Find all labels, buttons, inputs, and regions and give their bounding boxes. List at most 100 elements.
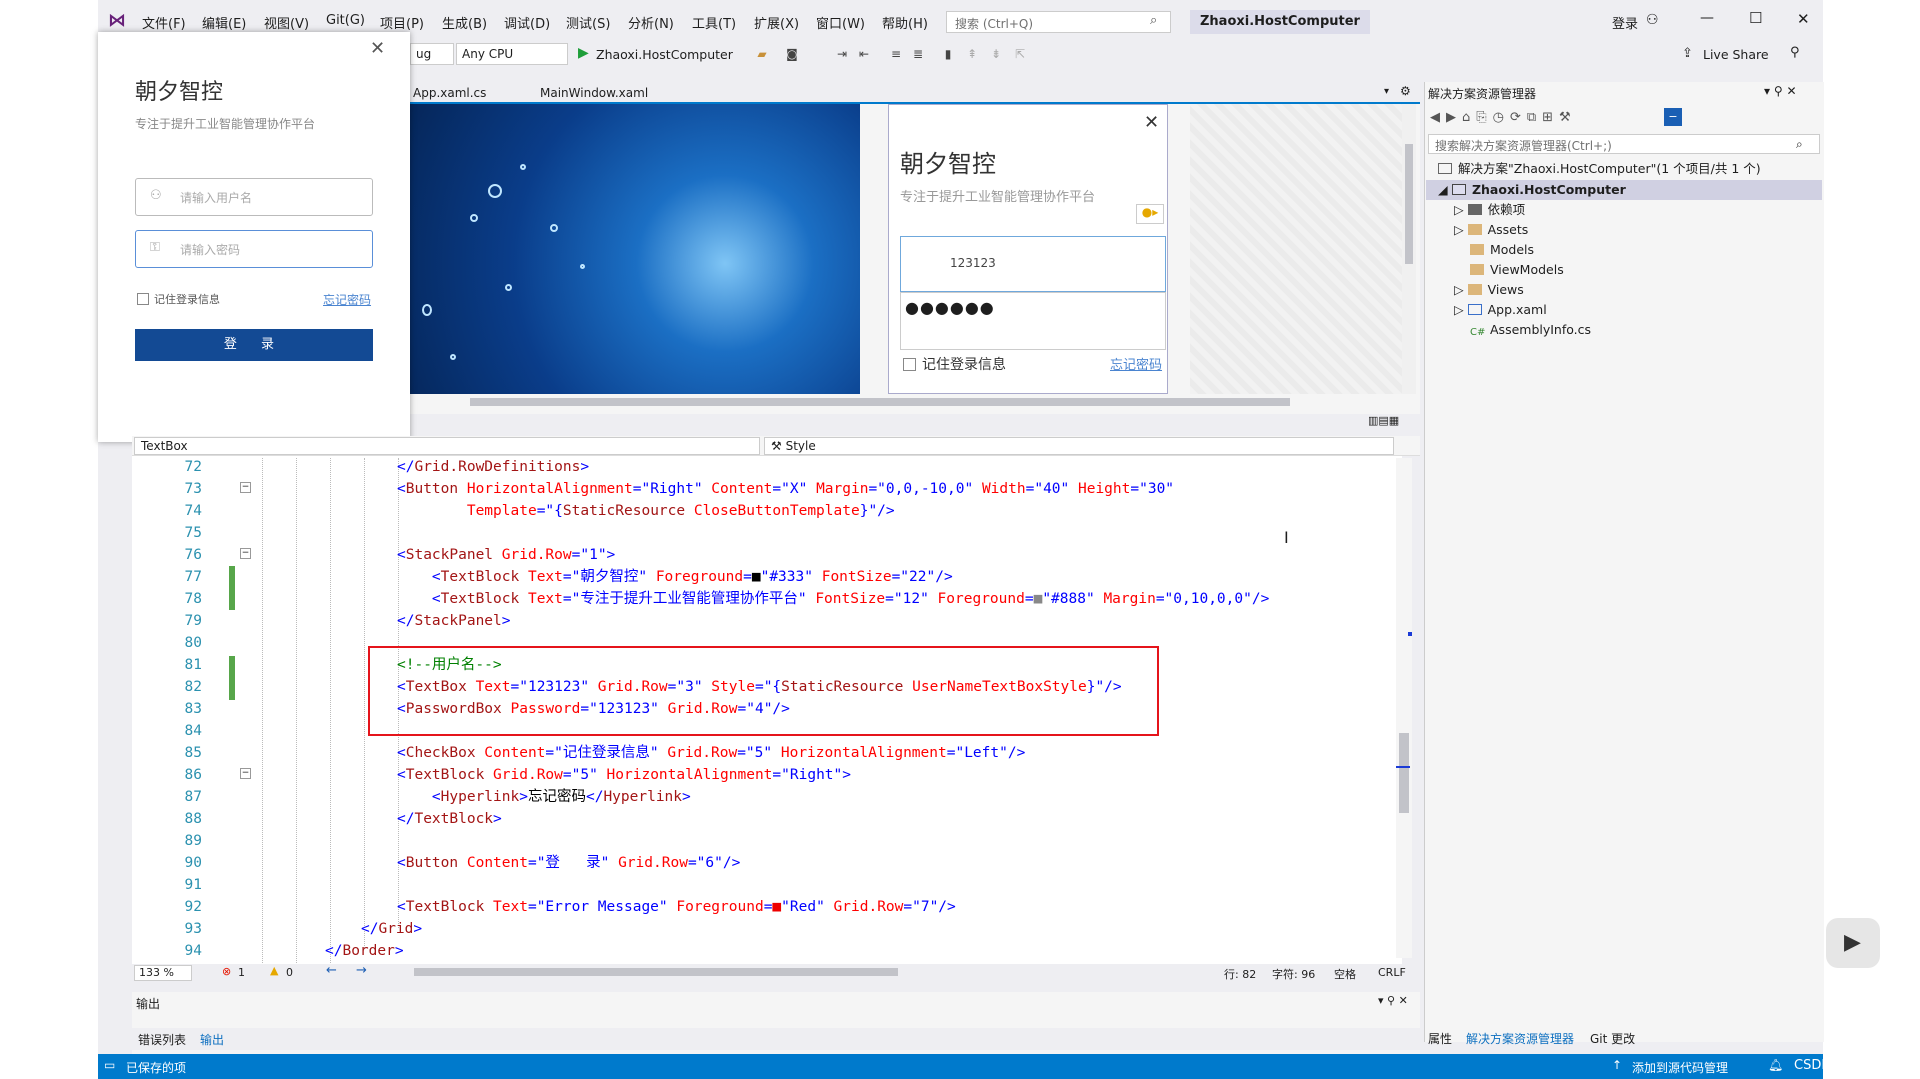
expand-icon[interactable]: ▷	[1454, 202, 1468, 217]
menu-tools[interactable]: 工具(T)	[692, 13, 736, 32]
tab-dropdown-icon[interactable]: ▾	[1384, 86, 1389, 97]
tab-app-xaml-cs[interactable]: App.xaml.cs	[413, 86, 486, 100]
code-line-90[interactable]: <Button Content="登 录" Grid.Row="6"/>	[397, 852, 740, 874]
menu-help[interactable]: 帮助(H)	[882, 13, 928, 32]
code-line-88[interactable]: </TextBlock>	[397, 808, 502, 830]
run-target-button[interactable]: Zhaoxi.HostComputer	[596, 47, 733, 62]
expand-icon[interactable]: ▷	[1454, 222, 1468, 237]
se-item-assemblyinfo[interactable]: C# AssemblyInfo.cs	[1470, 320, 1591, 340]
preview-close-icon[interactable]: ✕	[1144, 112, 1159, 133]
video-player-widget[interactable]: ▶	[1826, 918, 1880, 968]
solution-node[interactable]: 解决方案"Zhaoxi.HostComputer"(1 个项目/共 1 个)	[1438, 159, 1761, 179]
menu-test[interactable]: 测试(S)	[566, 13, 610, 32]
menu-build[interactable]: 生成(B)	[442, 13, 487, 32]
vs-logo-icon[interactable]: ⋈	[108, 10, 130, 31]
code-line-85[interactable]: <CheckBox Content="记住登录信息" Grid.Row="5" …	[397, 742, 1025, 764]
menu-window[interactable]: 窗口(W)	[816, 13, 865, 32]
close-window-icon[interactable]: ✕	[1797, 10, 1810, 28]
menu-git[interactable]: Git(G)	[326, 13, 365, 28]
collapse-icon[interactable]: −	[240, 482, 251, 493]
preview-remember-checkbox[interactable]: 记住登录信息	[903, 354, 1006, 374]
play-icon[interactable]: ▶	[1844, 930, 1861, 955]
code-line-74[interactable]: Template="{StaticResource CloseButtonTem…	[397, 500, 895, 522]
run-icon[interactable]: ▶	[578, 45, 589, 61]
preview-forgot-link[interactable]: 忘记密码	[1110, 354, 1162, 373]
notification-icon[interactable]: 🔔︎	[1768, 1058, 1783, 1072]
se-active-toggle[interactable]: −	[1664, 108, 1682, 126]
tab-solution-explorer[interactable]: 解决方案资源管理器	[1466, 1030, 1574, 1047]
login-close-icon[interactable]: ✕	[370, 38, 385, 59]
warning-icon[interactable]: ▲	[270, 964, 278, 977]
element-combo[interactable]: TextBox	[134, 437, 760, 455]
code-line-77[interactable]: <TextBlock Text="朝夕智控" Foreground=■"#333…	[397, 566, 953, 588]
live-share-icon[interactable]: ⇪	[1682, 46, 1693, 61]
menu-edit[interactable]: 编辑(E)	[202, 13, 246, 32]
login-submit-button[interactable]: 登 录	[135, 329, 373, 361]
login-username-input[interactable]: 请输入用户名	[135, 178, 373, 216]
live-share-button[interactable]: Live Share	[1703, 47, 1769, 62]
menu-project[interactable]: 项目(P)	[380, 13, 424, 32]
lightbulb-icon[interactable]: ●▸	[1136, 204, 1164, 224]
pin-toolbar-icon[interactable]: ⚲	[1790, 45, 1800, 60]
split-view-icons[interactable]: ▥▤▦	[1368, 414, 1399, 427]
se-item-app-xaml[interactable]: ▷ App.xaml	[1454, 300, 1547, 320]
align-left-icon[interactable]: ≡	[888, 46, 904, 62]
code-line-73[interactable]: <Button HorizontalAlignment="Right" Cont…	[397, 478, 1174, 500]
tab-properties[interactable]: 属性	[1428, 1030, 1452, 1047]
se-item-models[interactable]: Models	[1470, 240, 1534, 260]
login-forgot-link[interactable]: 忘记密码	[323, 291, 371, 308]
solution-search-input[interactable]: 搜索解决方案资源管理器(Ctrl+;)	[1428, 134, 1820, 154]
se-item-dependencies[interactable]: ▷ 依赖项	[1454, 200, 1525, 220]
expand-icon[interactable]: ◢	[1438, 182, 1452, 197]
camera-icon[interactable]: ◙	[784, 46, 800, 62]
designer-hscroll[interactable]	[470, 398, 1290, 406]
step-icon[interactable]: ⇥	[834, 46, 850, 62]
editor-vscroll[interactable]	[1396, 458, 1412, 958]
collapse-icon[interactable]: −	[240, 548, 251, 559]
user-icon[interactable]: ⚇	[1646, 12, 1659, 28]
panel-controls-icon[interactable]: ▾ ⚲ ✕	[1764, 84, 1797, 98]
expand-icon[interactable]: ▷	[1454, 302, 1468, 317]
nav-forward-icon[interactable]: →	[356, 963, 367, 978]
designer-vscroll[interactable]	[1402, 104, 1416, 394]
editor-hscroll[interactable]	[404, 967, 1194, 977]
menu-analyze[interactable]: 分析(N)	[628, 13, 674, 32]
expand-icon[interactable]: ▷	[1454, 282, 1468, 297]
code-line-94[interactable]: </Border>	[325, 940, 404, 962]
preview-username-textbox[interactable]	[900, 236, 1166, 292]
align-right-icon[interactable]: ≣	[910, 46, 926, 62]
se-item-viewmodels[interactable]: ViewModels	[1470, 260, 1564, 280]
collapse-icon[interactable]: −	[240, 768, 251, 779]
tab-error-list[interactable]: 错误列表	[138, 1031, 186, 1048]
code-line-92[interactable]: <TextBlock Text="Error Message" Foregrou…	[397, 896, 956, 918]
minimize-icon[interactable]: —	[1700, 10, 1714, 26]
config-combo[interactable]: ug	[410, 43, 454, 65]
menu-debug[interactable]: 调试(D)	[504, 13, 550, 32]
tab-mainwindow-xaml[interactable]: MainWindow.xaml	[540, 86, 648, 100]
code-line-93[interactable]: </Grid>	[361, 918, 422, 940]
code-line-79[interactable]: </StackPanel>	[397, 610, 511, 632]
se-toolbar-icons[interactable]: ◀▶⌂⎘◷⟳⧉⊞⚒	[1430, 110, 1577, 125]
platform-combo[interactable]: Any CPU	[456, 43, 568, 65]
code-line-72[interactable]: </Grid.RowDefinitions>	[397, 456, 589, 478]
code-line-87[interactable]: <Hyperlink>忘记密码</Hyperlink>	[397, 786, 691, 808]
menu-file[interactable]: 文件(F)	[142, 13, 186, 32]
tab-settings-icon[interactable]: ⚙	[1400, 84, 1411, 98]
zoom-combo[interactable]: 133 %	[134, 965, 192, 981]
code-line-76[interactable]: <StackPanel Grid.Row="1">	[397, 544, 615, 566]
maximize-icon[interactable]: ☐	[1749, 9, 1762, 27]
bookmark-clear-icon[interactable]: ⇱	[1012, 46, 1028, 62]
bookmark-icon[interactable]: ▮	[940, 46, 956, 62]
nav-back-icon[interactable]: ←	[326, 963, 337, 978]
output-pin-icon[interactable]: ▾ ⚲ ✕	[1378, 994, 1408, 1007]
bookmark-prev-icon[interactable]: ⇞	[964, 46, 980, 62]
add-to-source-control-button[interactable]: 添加到源代码管理	[1632, 1059, 1728, 1076]
step-over-icon[interactable]: ⇤	[856, 46, 872, 62]
menu-extensions[interactable]: 扩展(X)	[754, 13, 799, 32]
menu-view[interactable]: 视图(V)	[264, 13, 309, 32]
tab-git-changes[interactable]: Git 更改	[1590, 1030, 1635, 1047]
code-line-86[interactable]: <TextBlock Grid.Row="5" HorizontalAlignm…	[397, 764, 851, 786]
se-item-views[interactable]: ▷ Views	[1454, 280, 1524, 300]
signin-button[interactable]: 登录	[1612, 13, 1638, 32]
se-item-assets[interactable]: ▷ Assets	[1454, 220, 1528, 240]
